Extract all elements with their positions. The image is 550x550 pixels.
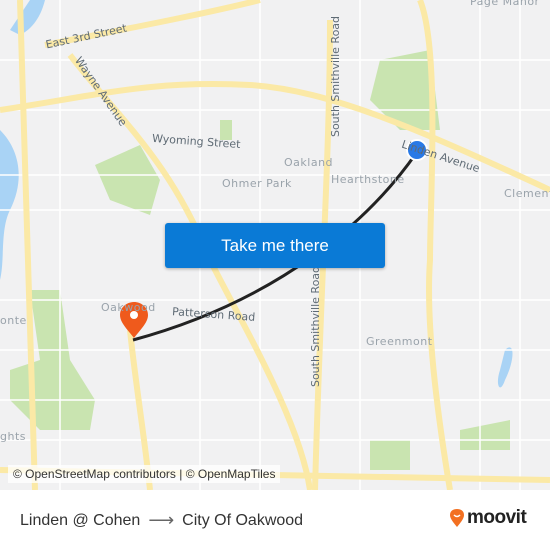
take-me-there-button[interactable]: Take me there (165, 223, 385, 268)
area-label: Clement (504, 187, 550, 200)
river-north (10, 0, 45, 35)
area-label: ghts (0, 430, 26, 443)
park (10, 290, 95, 430)
lake (497, 347, 513, 388)
origin-name: Linden @ Cohen (20, 511, 141, 529)
map-attribution[interactable]: © OpenStreetMap contributors | © OpenMap… (8, 465, 281, 483)
area-label: Ohmer Park (222, 177, 292, 190)
map-view[interactable]: East 3rd Street Wayne Avenue Wyoming Str… (0, 0, 550, 490)
street-label: South Smithville Road (309, 265, 323, 388)
arrow-right-icon: ⟶ (148, 510, 175, 530)
park (370, 440, 410, 470)
street-label: South Smithville Road (329, 15, 343, 138)
destination-name: City Of Oakwood (182, 511, 304, 529)
area-label: Oakwood (101, 301, 156, 314)
area-label: Hearthstone (331, 173, 405, 186)
area-label: onte (0, 314, 27, 327)
moovit-pin-icon (450, 509, 464, 527)
area-label: Oakland (284, 156, 334, 169)
area-label: Page Manor (470, 0, 540, 8)
route-summary: Linden @ Cohen ⟶ City Of Oakwood (20, 510, 303, 531)
river (0, 130, 19, 280)
park (460, 420, 510, 450)
brand-name: moovit (467, 507, 527, 528)
moovit-logo[interactable]: moovit (449, 507, 527, 529)
area-label: Greenmont (366, 335, 433, 348)
